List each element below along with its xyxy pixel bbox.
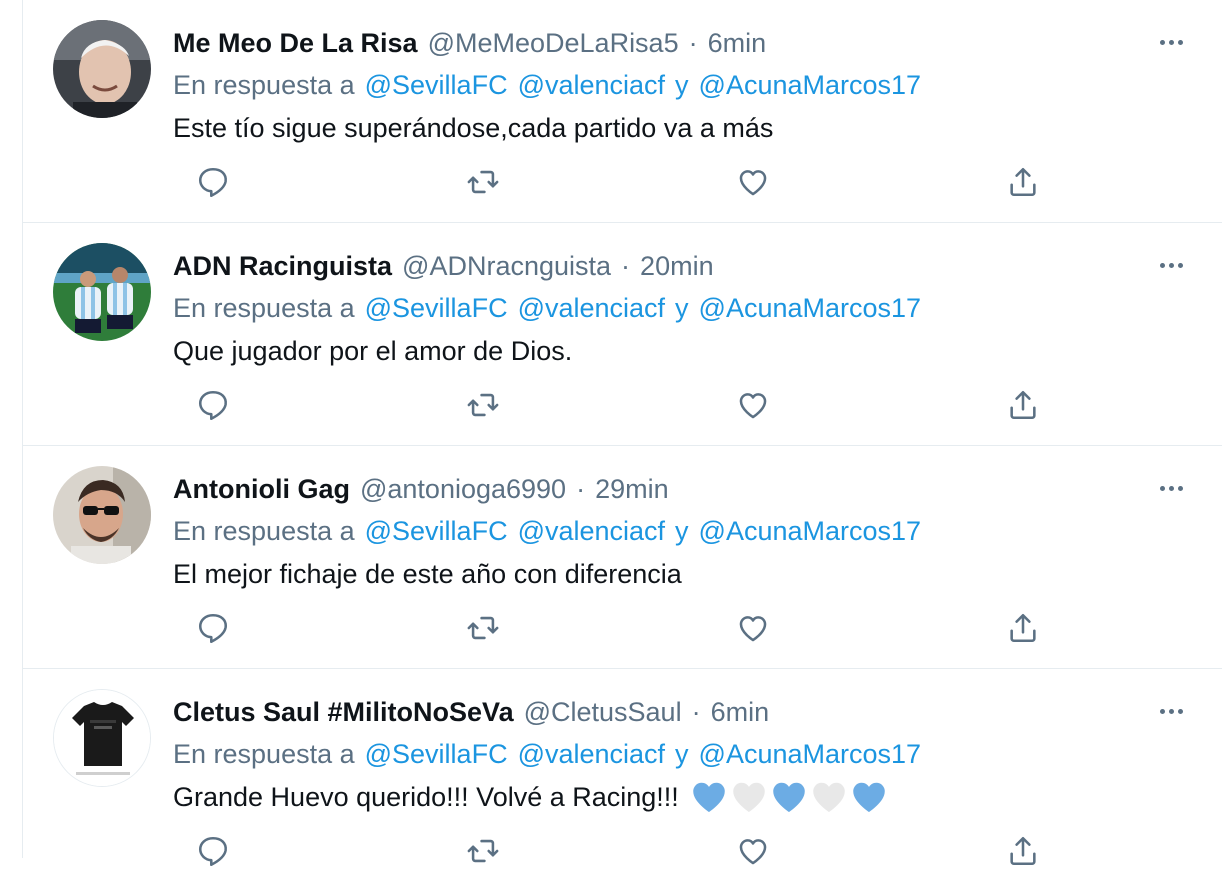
user-name[interactable]: Cletus Saul #MilitoNoSeVa [173, 697, 514, 728]
like-icon[interactable] [735, 610, 771, 646]
mention-link[interactable]: @SevillaFC [365, 739, 508, 770]
tweet[interactable]: ADN Racinguista @ADNracnguista · 20min E… [23, 223, 1222, 446]
reply-context: En respuesta a @SevillaFC @valenciacf y … [173, 514, 921, 548]
timestamp[interactable]: 6min [711, 697, 770, 728]
reply-prefix: En respuesta a [173, 738, 355, 769]
tweet-header: Antonioli Gag @antonioga6990 · 29min [173, 472, 669, 506]
mention-link[interactable]: @AcunaMarcos17 [699, 70, 922, 101]
tweet-body: Grande Huevo querido!!! Volvé a Racing!!… [173, 781, 679, 812]
mention-conjunction: y [675, 69, 689, 100]
mention-link[interactable]: @SevillaFC [365, 70, 508, 101]
retweet-icon[interactable] [465, 610, 501, 646]
user-handle[interactable]: @antonioga6990 [360, 474, 566, 505]
mention-link[interactable]: @valenciacf [518, 739, 665, 770]
tweet-text: Este tío sigue superándose,cada partido … [173, 110, 773, 146]
like-icon[interactable] [735, 833, 771, 869]
reply-context: En respuesta a @SevillaFC @valenciacf y … [173, 737, 921, 771]
like-icon[interactable] [735, 164, 771, 200]
avatar-man-sunglasses-image [53, 466, 151, 564]
tweet-header: Me Meo De La Risa @MeMeoDeLaRisa5 · 6min [173, 26, 766, 60]
reply-prefix: En respuesta a [173, 69, 355, 100]
reply-context: En respuesta a @SevillaFC @valenciacf y … [173, 68, 921, 102]
user-handle[interactable]: @CletusSaul [524, 697, 682, 728]
user-handle[interactable]: @ADNracnguista [402, 251, 611, 282]
tweet-actions [173, 387, 1073, 423]
more-dots-icon[interactable] [1153, 30, 1189, 54]
tweet-text: El mejor fichaje de este año con diferen… [173, 556, 682, 592]
mention-link[interactable]: @AcunaMarcos17 [699, 293, 922, 324]
avatar-footballers-image [53, 243, 151, 341]
retweet-icon[interactable] [465, 164, 501, 200]
avatar[interactable] [53, 20, 151, 118]
reply-prefix: En respuesta a [173, 515, 355, 546]
tweet-actions [173, 610, 1073, 646]
white-heart-icon [813, 782, 845, 812]
more-dots-icon[interactable] [1153, 476, 1189, 500]
mention-conjunction: y [675, 738, 689, 769]
user-name[interactable]: ADN Racinguista [173, 251, 392, 282]
avatar-black-shirt-image [54, 690, 150, 786]
share-icon[interactable] [1005, 164, 1041, 200]
tweet-header: Cletus Saul #MilitoNoSeVa @CletusSaul · … [173, 695, 769, 729]
avatar[interactable] [53, 243, 151, 341]
timestamp[interactable]: 6min [708, 28, 767, 59]
avatar-older-man-image [53, 20, 151, 118]
mention-link[interactable]: @SevillaFC [365, 516, 508, 547]
mention-link[interactable]: @valenciacf [518, 293, 665, 324]
timeline: Me Meo De La Risa @MeMeoDeLaRisa5 · 6min… [22, 0, 1222, 867]
mention-conjunction: y [675, 292, 689, 323]
timestamp[interactable]: 20min [640, 251, 714, 282]
like-icon[interactable] [735, 387, 771, 423]
mention-link[interactable]: @SevillaFC [365, 293, 508, 324]
retweet-icon[interactable] [465, 387, 501, 423]
tweet-actions [173, 164, 1073, 200]
mention-link[interactable]: @valenciacf [518, 70, 665, 101]
header-separator: · [688, 27, 698, 58]
user-handle[interactable]: @MeMeoDeLaRisa5 [428, 28, 679, 59]
tweet-body: Este tío sigue superándose,cada partido … [173, 112, 774, 143]
reply-icon[interactable] [195, 164, 231, 200]
tweet-text: Que jugador por el amor de Dios. [173, 333, 572, 369]
header-separator: · [576, 473, 586, 504]
more-dots-icon[interactable] [1153, 253, 1189, 277]
blue-heart-icon [853, 782, 885, 812]
avatar[interactable] [53, 689, 151, 787]
reply-context: En respuesta a @SevillaFC @valenciacf y … [173, 291, 921, 325]
header-separator: · [691, 696, 701, 727]
tweet-text: Grande Huevo querido!!! Volvé a Racing!!… [173, 779, 887, 815]
tweet-body: El mejor fichaje de este año con diferen… [173, 558, 682, 589]
reply-prefix: En respuesta a [173, 292, 355, 323]
reply-icon[interactable] [195, 610, 231, 646]
avatar[interactable] [53, 466, 151, 564]
mention-link[interactable]: @AcunaMarcos17 [699, 739, 922, 770]
white-heart-icon [733, 782, 765, 812]
mention-link[interactable]: @AcunaMarcos17 [699, 516, 922, 547]
share-icon[interactable] [1005, 833, 1041, 869]
reply-icon[interactable] [195, 833, 231, 869]
more-dots-icon[interactable] [1153, 699, 1189, 723]
blue-heart-icon [773, 782, 805, 812]
header-separator: · [621, 250, 631, 281]
user-name[interactable]: Me Meo De La Risa [173, 28, 418, 59]
blue-heart-icon [693, 782, 725, 812]
reply-icon[interactable] [195, 387, 231, 423]
emoji-hearts [691, 780, 887, 814]
tweet[interactable]: Antonioli Gag @antonioga6990 · 29min En … [23, 446, 1222, 669]
user-name[interactable]: Antonioli Gag [173, 474, 350, 505]
timestamp[interactable]: 29min [595, 474, 669, 505]
share-icon[interactable] [1005, 610, 1041, 646]
mention-conjunction: y [675, 515, 689, 546]
tweet-body: Que jugador por el amor de Dios. [173, 335, 573, 366]
mention-link[interactable]: @valenciacf [518, 516, 665, 547]
share-icon[interactable] [1005, 387, 1041, 423]
tweet-header: ADN Racinguista @ADNracnguista · 20min [173, 249, 714, 283]
tweet[interactable]: Me Meo De La Risa @MeMeoDeLaRisa5 · 6min… [23, 0, 1222, 223]
retweet-icon[interactable] [465, 833, 501, 869]
tweet-actions [173, 833, 1073, 869]
